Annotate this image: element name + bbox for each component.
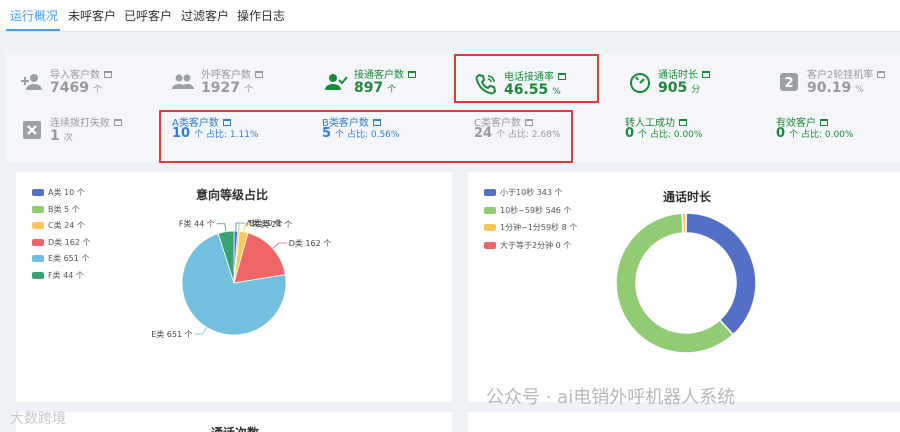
timer-icon [630, 73, 650, 93]
stat-value: 905 [658, 80, 688, 96]
stat-redial-fail: 连续拨打失败 1次 [20, 114, 160, 158]
ratio-label: 占比: [649, 130, 671, 140]
tab-operation-log[interactable]: 操作日志 [237, 7, 285, 24]
stat-unit: 个 [243, 85, 253, 95]
tab-filtered[interactable]: 过滤客户 [181, 7, 229, 24]
stat-imported: 导入客户数 7469 个 [20, 66, 160, 110]
stat-value: 90.19 [807, 80, 852, 96]
stat-call-duration: 通话时长 905 分 [628, 66, 768, 110]
highlight-box-class-counts [159, 110, 573, 163]
ratio-label: 占比: [800, 130, 822, 140]
empty-card [468, 412, 900, 432]
calendar-icon[interactable] [877, 71, 886, 78]
calendar-icon[interactable] [255, 71, 263, 78]
label-leader-line [216, 223, 227, 232]
stat-unit: 个 [789, 130, 799, 140]
tab-called[interactable]: 已呼客户 [124, 7, 172, 24]
stat-outbound: 外呼客户数 1927 个 [171, 66, 311, 110]
calendar-icon[interactable] [820, 119, 828, 126]
chart-title: 通话次数 [211, 424, 259, 432]
tab-bar: 运行概况 未呼客户 已呼客户 过滤客户 操作日志 [0, 0, 900, 32]
stat-value: 7469 [50, 80, 89, 96]
label-leader-line [235, 222, 245, 232]
stat-unit: 个 [92, 85, 102, 95]
stat-unit: 分 [691, 85, 701, 95]
stat-connected: 接通客户数 897 个 [324, 66, 464, 110]
calendar-icon[interactable] [408, 71, 416, 78]
pie-label: E类 651 个 [151, 329, 192, 339]
stat-valid: 有效客户 0个 占比: 0.00% [776, 114, 900, 158]
stat-value: 897 [354, 80, 384, 96]
pie-label: F类 44 个 [179, 219, 215, 229]
ratio-value: 0.00% [673, 130, 703, 140]
active-tab-indicator [6, 29, 60, 31]
watermark-corner: 大数跨境 [10, 411, 66, 427]
pie-label: D类 162 个 [289, 238, 332, 248]
group-icon [172, 74, 194, 89]
pie-label: C类 24 个 [255, 219, 292, 229]
tab-uncalled[interactable]: 未呼客户 [68, 7, 116, 24]
user-add-icon [21, 74, 42, 90]
user-check-icon [325, 74, 348, 90]
stat-unit: % [855, 85, 864, 95]
stat-unit: 次 [63, 133, 73, 143]
number-two-icon: 2 [780, 73, 798, 91]
stat-value: 0 [625, 126, 635, 141]
duration-chart-card: 通话时长 小于10秒 343 个 10秒~59秒 546 个 1分钟~1分59秒 8… [468, 172, 900, 402]
stat-unit: 个 [638, 130, 648, 140]
stat-value: 1 [50, 128, 60, 144]
calendar-icon[interactable] [104, 71, 112, 78]
close-square-icon [23, 121, 41, 139]
tab-overview[interactable]: 运行概况 [10, 7, 58, 24]
calendar-icon[interactable] [679, 119, 687, 126]
watermark-text: 公众号 · ai电销外呼机器人系统 [486, 387, 736, 408]
calendar-icon[interactable] [702, 71, 710, 78]
calendar-icon[interactable] [114, 119, 122, 126]
stat-value: 0 [776, 126, 786, 141]
donut-segment[interactable] [681, 212, 687, 234]
donut-segment[interactable] [685, 212, 757, 336]
intent-pie-chart: A类 10 个B类 5 个C类 24 个D类 162 个E类 651 个F类 4… [151, 218, 332, 339]
label-leader-line [272, 242, 287, 249]
highlight-box-connect-rate [454, 54, 599, 103]
ratio-value: 0.00% [824, 130, 854, 140]
stat-value: 1927 [201, 80, 240, 96]
stat-second-round: 2 客户2轮挂机率 90.19% [777, 66, 900, 110]
label-leader-line [194, 327, 208, 335]
stat-unit: 个 [387, 85, 397, 95]
intent-chart-card: 意向等级占比 A类 10 个 B类 5 个 C类 24 个 D类 162 个 E类 65… [16, 172, 452, 402]
duration-donut-chart [615, 212, 757, 354]
call-count-card: 通话次数 [16, 412, 452, 432]
svg-text:2: 2 [784, 76, 793, 91]
stat-transfer: 转人工成功 0个 占比: 0.00% [625, 114, 765, 158]
